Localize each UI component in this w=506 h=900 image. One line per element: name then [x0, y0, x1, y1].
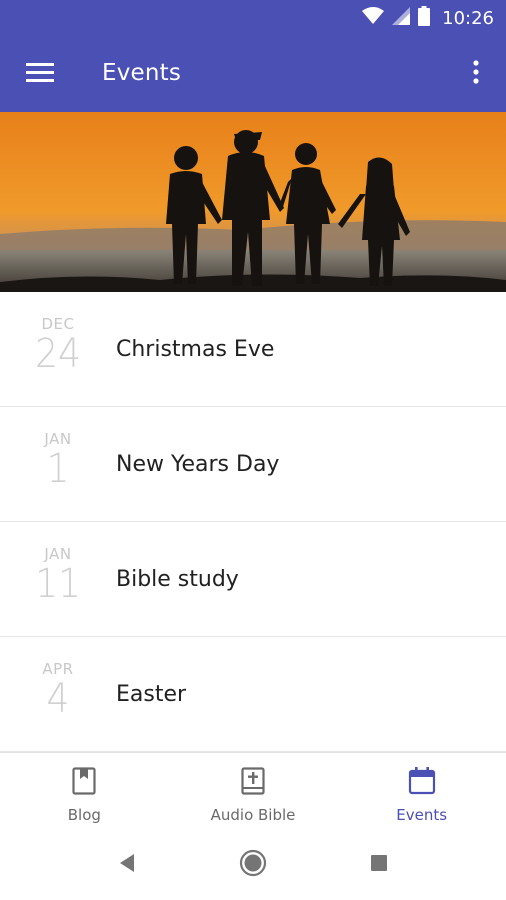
status-time: 10:26: [442, 7, 494, 29]
app-bar: Events: [0, 36, 506, 112]
page-title: Events: [102, 60, 182, 86]
status-bar: 10:26: [0, 0, 506, 36]
bottom-navigation: Blog Audio Bible Events: [0, 752, 506, 828]
event-day: 1: [46, 446, 70, 492]
event-row[interactable]: JAN 11 Bible study: [0, 522, 506, 637]
event-day: 11: [35, 561, 81, 607]
battery-icon: [418, 5, 431, 31]
menu-button[interactable]: [20, 56, 60, 92]
event-title: Bible study: [116, 567, 239, 592]
home-button[interactable]: [238, 849, 268, 882]
event-title: New Years Day: [116, 452, 280, 477]
event-title: Christmas Eve: [116, 337, 275, 362]
nav-label: Audio Bible: [210, 806, 296, 824]
event-month: DEC: [41, 315, 75, 333]
bible-icon: [241, 767, 265, 800]
event-day: 4: [46, 676, 70, 722]
hero-image: [0, 112, 506, 292]
system-navigation-bar: [0, 830, 506, 900]
event-date: JAN 1: [22, 431, 94, 491]
nav-item-blog[interactable]: Blog: [0, 753, 169, 828]
event-row[interactable]: JAN 1 New Years Day: [0, 407, 506, 522]
wifi-icon: [362, 6, 385, 30]
more-vert-icon: [473, 59, 479, 89]
home-circle-icon: [239, 849, 267, 882]
back-button[interactable]: [112, 850, 142, 880]
event-date: APR 4: [22, 661, 94, 721]
event-month: APR: [42, 660, 74, 678]
event-month: JAN: [44, 545, 72, 563]
event-day: 24: [35, 331, 81, 377]
back-triangle-icon: [118, 853, 136, 878]
overflow-menu-button[interactable]: [464, 56, 488, 92]
cell-signal-icon: [392, 6, 411, 30]
nav-label: Blog: [67, 806, 101, 824]
status-icons: 10:26: [362, 0, 494, 36]
event-row[interactable]: DEC 24 Christmas Eve: [0, 292, 506, 407]
event-title: Easter: [116, 682, 187, 707]
nav-item-events[interactable]: Events: [337, 753, 506, 828]
event-row[interactable]: APR 4 Easter: [0, 637, 506, 752]
calendar-icon: [408, 767, 436, 800]
recents-square-icon: [370, 854, 388, 877]
bookmark-book-icon: [72, 767, 96, 800]
event-month: JAN: [44, 430, 72, 448]
nav-label: Events: [396, 806, 448, 824]
nav-item-audio-bible[interactable]: Audio Bible: [169, 753, 338, 828]
recents-button[interactable]: [364, 850, 394, 880]
event-date: JAN 11: [22, 546, 94, 606]
silhouette-family-sunset-image: [0, 112, 506, 292]
events-list: DEC 24 Christmas Eve JAN 1 New Years Day…: [0, 292, 506, 752]
hamburger-menu-icon: [26, 61, 54, 88]
event-date: DEC 24: [22, 316, 94, 376]
